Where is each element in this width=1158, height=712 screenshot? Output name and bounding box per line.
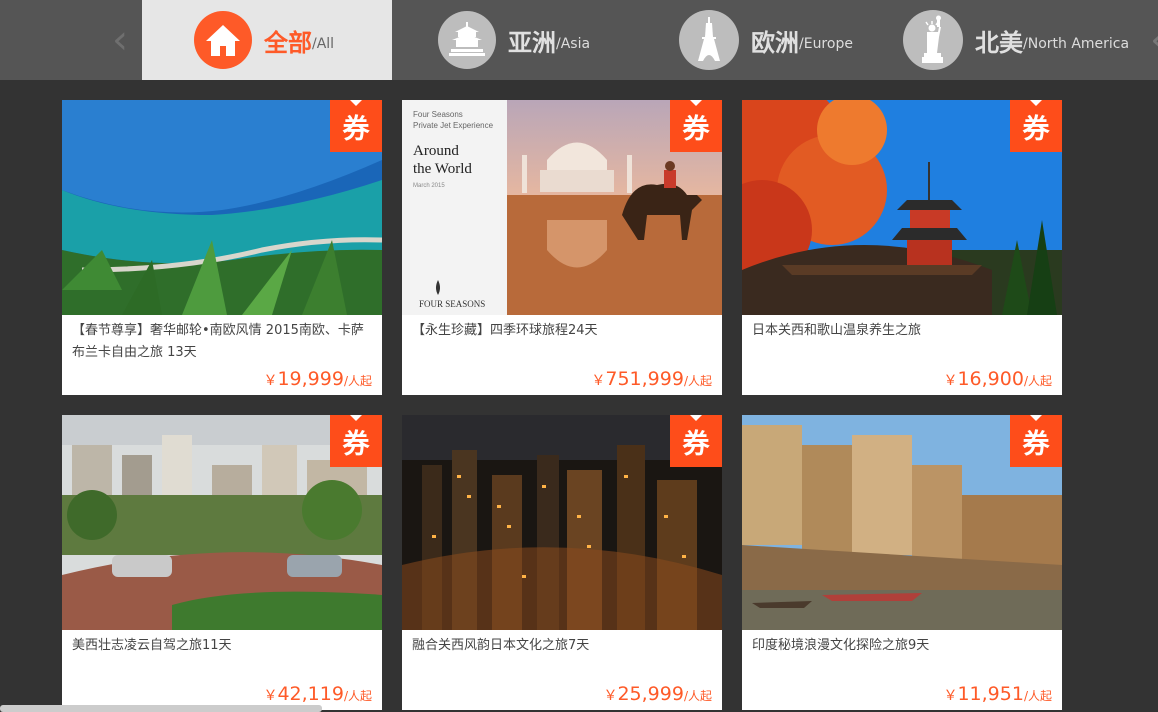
price-amount: 42,119 (277, 683, 344, 705)
tab-all-sublabel: /All (312, 36, 335, 52)
house-icon (194, 11, 252, 69)
horizontal-scrollbar[interactable] (0, 705, 322, 712)
statue-of-liberty-icon (903, 10, 963, 70)
product-title[interactable]: 【春节尊享】奢华邮轮•南欧风情 2015南欧、卡萨布兰卡自由之旅 13天 (72, 320, 374, 364)
price-unit: /人起 (683, 689, 712, 703)
tab-asia[interactable]: 亚洲 /Asia (438, 0, 590, 80)
tab-europe[interactable]: 欧洲 /Europe (679, 0, 853, 80)
tab-europe-label: 欧洲 (751, 28, 799, 57)
price-amount: 751,999 (605, 368, 684, 390)
price-unit: /人起 (683, 374, 712, 388)
product-price: ￥42,119/人起 (263, 683, 372, 705)
product-title[interactable]: 印度秘境浪漫文化探险之旅9天 (752, 635, 1054, 657)
price-currency: ￥ (603, 688, 618, 704)
brochure-line1: Four Seasons (413, 110, 463, 119)
coupon-badge: 券 (670, 100, 722, 152)
price-amount: 19,999 (277, 368, 344, 390)
product-title[interactable]: 【永生珍藏】四季环球旅程24天 (412, 320, 714, 342)
prev-arrow-icon[interactable]: ‹ (100, 0, 140, 80)
price-amount: 16,900 (957, 368, 1024, 390)
price-unit: /人起 (343, 689, 372, 703)
tab-all-label: 全部 (264, 28, 312, 57)
price-amount: 11,951 (957, 683, 1024, 705)
product-price: ￥25,999/人起 (603, 683, 712, 705)
tab-asia-label: 亚洲 (508, 28, 556, 57)
product-title[interactable]: 美西壮志凌云自驾之旅11天 (72, 635, 374, 657)
coupon-badge: 券 (670, 415, 722, 467)
product-price: ￥751,999/人起 (591, 368, 712, 390)
price-unit: /人起 (1023, 374, 1052, 388)
coupon-badge: 券 (1010, 415, 1062, 467)
brochure-line2: Private Jet Experience (413, 121, 494, 130)
price-amount: 25,999 (617, 683, 684, 705)
tab-europe-sublabel: /Europe (799, 36, 853, 52)
price-currency: ￥ (263, 688, 278, 704)
product-title[interactable]: 融合关西风韵日本文化之旅7天 (412, 635, 714, 657)
tab-asia-sublabel: /Asia (556, 36, 591, 52)
product-price: ￥11,951/人起 (943, 683, 1052, 705)
next-arrow-icon[interactable]: ‹ (1150, 0, 1158, 80)
product-card[interactable]: 券 【春节尊享】奢华邮轮•南欧风情 2015南欧、卡萨布兰卡自由之旅 13天 ￥… (62, 100, 382, 395)
product-card[interactable]: 券 美西壮志凌云自驾之旅11天 ￥42,119/人起 (62, 415, 382, 710)
tab-north-america-label: 北美 (975, 28, 1023, 57)
tab-north-america[interactable]: 北美 /North America (903, 0, 1129, 80)
product-price: ￥19,999/人起 (263, 368, 372, 390)
product-card[interactable]: 券 日本关西和歌山温泉养生之旅 ￥16,900/人起 (742, 100, 1062, 395)
product-title[interactable]: 日本关西和歌山温泉养生之旅 (752, 320, 1054, 342)
brochure-heading1: Around (413, 143, 459, 159)
price-currency: ￥ (263, 373, 278, 389)
temple-icon (438, 11, 496, 69)
product-card[interactable]: Four Seasons Private Jet Experience Arou… (402, 100, 722, 395)
tab-north-america-sublabel: /North America (1023, 36, 1130, 52)
price-unit: /人起 (1023, 689, 1052, 703)
coupon-badge: 券 (1010, 100, 1062, 152)
product-price: ￥16,900/人起 (943, 368, 1052, 390)
coupon-badge: 券 (330, 100, 382, 152)
product-card[interactable]: 券 融合关西风韵日本文化之旅7天 ￥25,999/人起 (402, 415, 722, 710)
eiffel-tower-icon (679, 10, 739, 70)
product-card[interactable]: 券 印度秘境浪漫文化探险之旅9天 ￥11,951/人起 (742, 415, 1062, 710)
tab-all[interactable]: 全部 /All (142, 0, 392, 80)
price-currency: ￥ (943, 688, 958, 704)
price-currency: ￥ (591, 373, 606, 389)
category-tab-bar: ‹ 全部 /All 亚洲 /Asia 欧洲 /Europe 北美 /North … (0, 0, 1158, 80)
brochure-heading2: the World (413, 161, 472, 177)
price-currency: ￥ (943, 373, 958, 389)
coupon-badge: 券 (330, 415, 382, 467)
price-unit: /人起 (343, 374, 372, 388)
brochure-brand: FOUR SEASONS (419, 299, 485, 309)
brochure-date: March 2015 (413, 183, 445, 189)
